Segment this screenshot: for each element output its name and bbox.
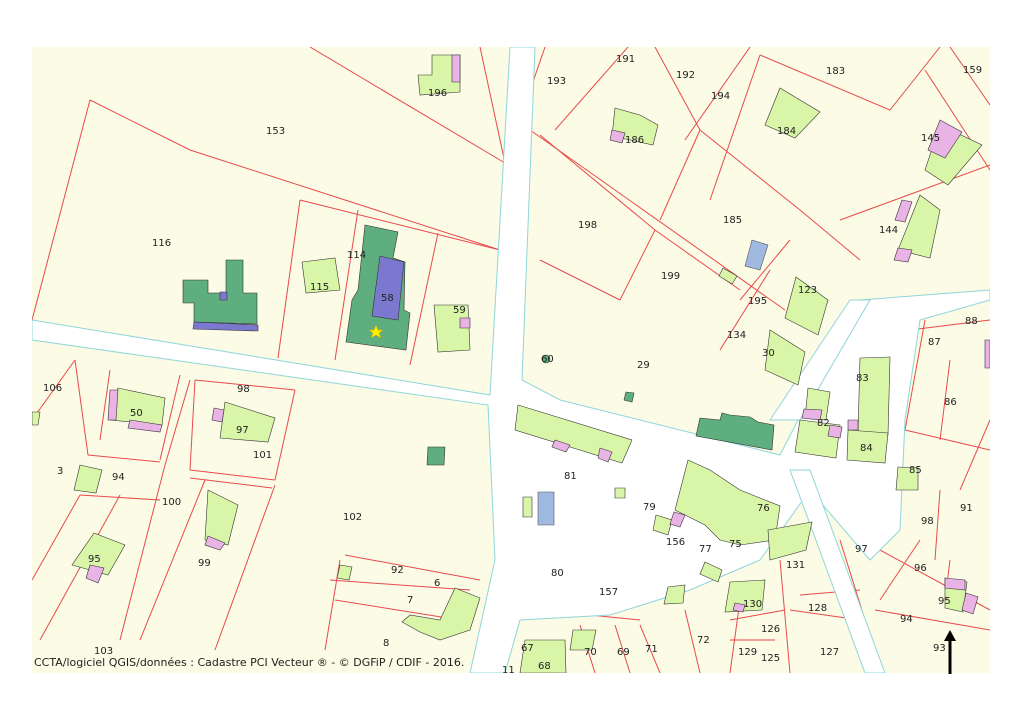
parcel-label: 183	[826, 66, 845, 77]
parcel-label: 7	[407, 595, 413, 606]
parcel-label: 134	[727, 330, 746, 341]
parcel-label: 127	[820, 647, 839, 658]
parcel-label: 95	[88, 554, 101, 565]
parcel-label: 156	[666, 537, 685, 548]
parcel-label: 50	[130, 408, 143, 419]
parcel-label: 106	[43, 383, 62, 394]
parcel-label: 129	[738, 647, 757, 658]
parcel-label: 69	[617, 647, 630, 658]
parcel-label: 87	[928, 337, 941, 348]
parcel-label: 196	[428, 88, 447, 99]
parcel-label: 114	[347, 250, 366, 261]
parcel-label: 71	[645, 644, 658, 655]
cadastral-map[interactable]: 153 116 114 115 58 59 196 193 191 192 18…	[32, 47, 990, 673]
parcel-label: 194	[711, 91, 730, 102]
parcel-label: 145	[921, 133, 940, 144]
parcel-label: 100	[162, 497, 181, 508]
parcel-label: 199	[661, 271, 680, 282]
parcel-label: 157	[599, 587, 618, 598]
parcel-label: 186	[625, 135, 644, 146]
parcel-label: 96	[914, 563, 927, 574]
parcel-label: 76	[757, 503, 770, 514]
parcel-label: 128	[808, 603, 827, 614]
parcel-label: 193	[547, 76, 566, 87]
parcel-label: 86	[944, 397, 957, 408]
parcel-label: 192	[676, 70, 695, 81]
parcel-label: 198	[578, 220, 597, 231]
parcel-label: 94	[112, 472, 125, 483]
parcel-label: 67	[521, 643, 534, 654]
parcel-label: 58	[381, 293, 394, 304]
parcel-label: 94	[900, 614, 913, 625]
parcel-label: 85	[909, 465, 922, 476]
parcel-label: 153	[266, 126, 285, 137]
parcel-label: 82	[817, 418, 830, 429]
parcel-label: 81	[564, 471, 577, 482]
parcel-label: 97	[236, 425, 249, 436]
map-credit: CCTA/logiciel QGIS/données : Cadastre PC…	[34, 656, 465, 669]
parcel-label: 84	[860, 443, 873, 454]
parcel-label: 83	[856, 373, 869, 384]
parcel-label: 8	[383, 638, 389, 649]
parcel-label: 98	[237, 384, 250, 395]
parcel-label: 72	[697, 635, 710, 646]
parcel-label: 131	[786, 560, 805, 571]
parcel-label: 11	[502, 665, 515, 673]
parcel-label: 75	[729, 539, 742, 550]
parcel-label: 60	[541, 354, 554, 365]
north-arrow-icon	[944, 630, 956, 674]
parcel-label: 97	[855, 544, 868, 555]
parcel-label: 92	[391, 565, 404, 576]
parcel-label: 30	[762, 348, 775, 359]
map-canvas: 153 116 114 115 58 59 196 193 191 192 18…	[32, 47, 990, 673]
parcel-label: 77	[699, 544, 712, 555]
parcel-label: 191	[616, 54, 635, 65]
parcel-label: 123	[798, 285, 817, 296]
parcel-label: 29	[637, 360, 650, 371]
parcel-label: 68	[538, 661, 551, 672]
parcel-label: 70	[584, 647, 597, 658]
parcel-label: 6	[434, 578, 440, 589]
parcel-label: 159	[963, 65, 982, 76]
parcel-label: 79	[643, 502, 656, 513]
parcel-label: 102	[343, 512, 362, 523]
parcel-label: 59	[453, 305, 466, 316]
parcel-label: 185	[723, 215, 742, 226]
parcel-label: 99	[198, 558, 211, 569]
parcel-label: 195	[748, 296, 767, 307]
parcel-label: 184	[777, 126, 796, 137]
parcel-label: 126	[761, 624, 780, 635]
parcel-label: 144	[879, 225, 898, 236]
parcel-label: 116	[152, 238, 171, 249]
parcel-label: 3	[57, 466, 63, 477]
parcel-label: 115	[310, 282, 329, 293]
parcel-label: 125	[761, 653, 780, 664]
parcel-label: 80	[551, 568, 564, 579]
parcel-label: 91	[960, 503, 973, 514]
parcel-label: 98	[921, 516, 934, 527]
parcel-label: 95	[938, 596, 951, 607]
parcel-label: 88	[965, 316, 978, 327]
parcel-label: 130	[743, 599, 762, 610]
parcel-label: 101	[253, 450, 272, 461]
